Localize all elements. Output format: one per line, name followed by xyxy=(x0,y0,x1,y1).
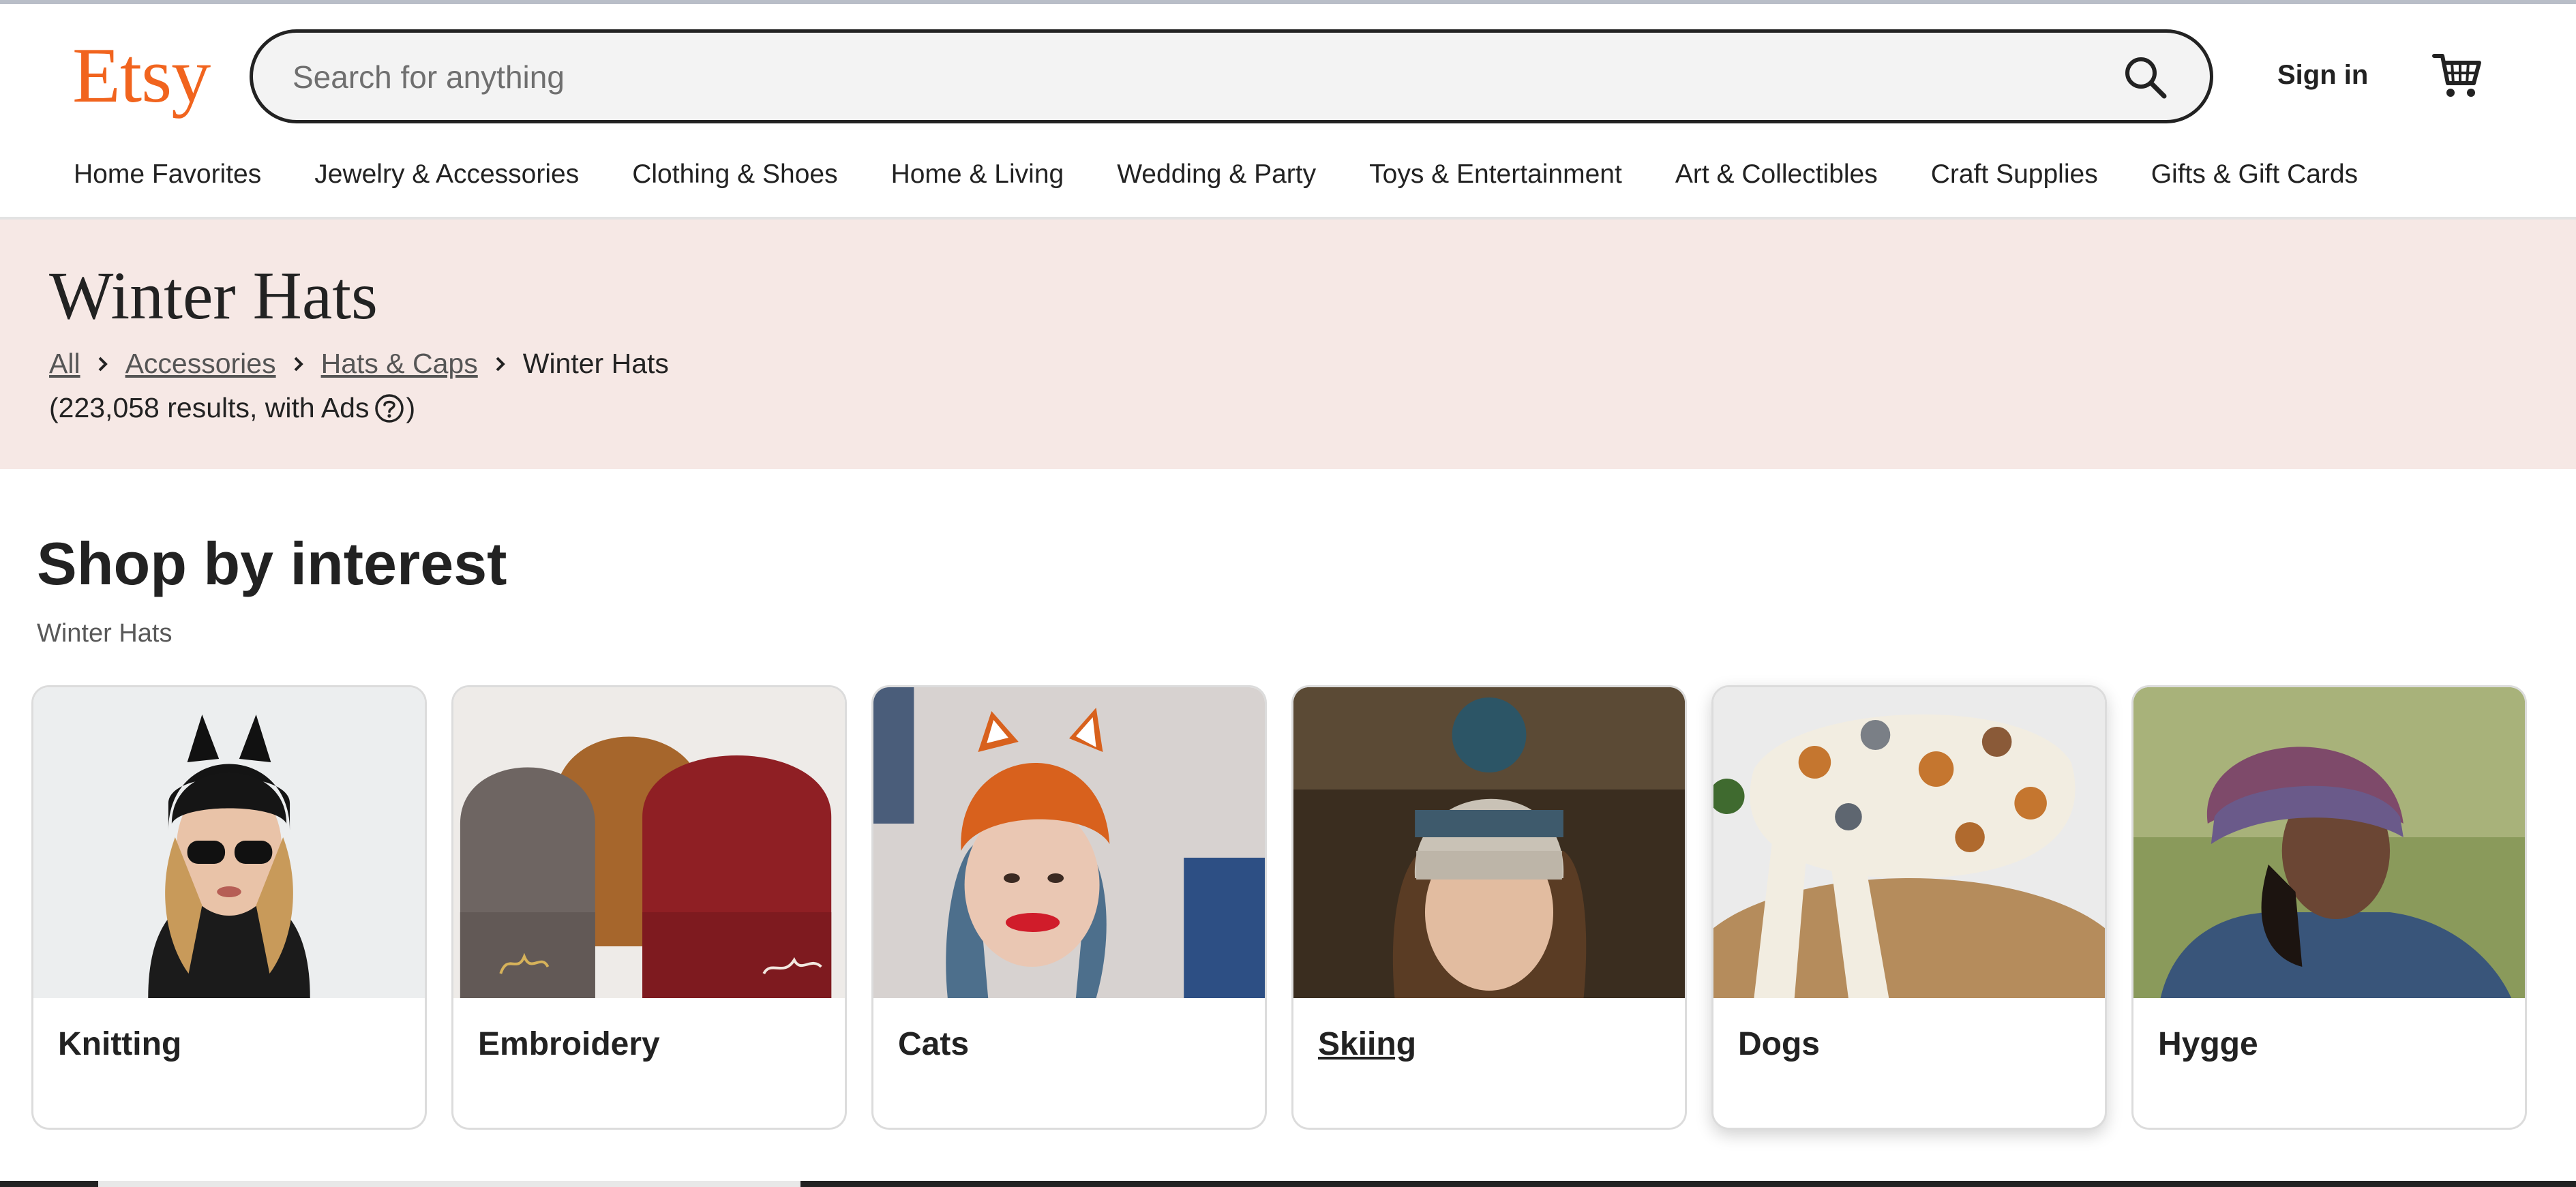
interest-card-embroidery[interactable]: Embroidery xyxy=(451,685,847,1130)
category-nav: Home Favorites Jewelry & Accessories Clo… xyxy=(74,160,2358,200)
search-input[interactable] xyxy=(291,33,2094,121)
hygge-image xyxy=(2133,687,2525,998)
search-bar[interactable] xyxy=(250,29,2213,123)
nav-item-wedding-party[interactable]: Wedding & Party xyxy=(1117,160,1316,200)
breadcrumb-link-hats-caps[interactable]: Hats & Caps xyxy=(321,348,478,380)
card-label: Knitting xyxy=(58,1026,182,1062)
results-text: (223,058 results, with Ads xyxy=(49,392,370,423)
nav-item-toys-entertainment[interactable]: Toys & Entertainment xyxy=(1369,160,1622,200)
bottom-edge xyxy=(0,1181,2576,1187)
card-label: Cats xyxy=(898,1026,970,1062)
dogs-image xyxy=(1713,687,2105,998)
search-icon[interactable] xyxy=(2121,53,2169,101)
skiing-image xyxy=(1293,687,1685,998)
results-count: (223,058 results, with Ads ) xyxy=(49,392,415,424)
cart-icon[interactable] xyxy=(2431,49,2483,101)
card-label: Embroidery xyxy=(478,1026,660,1062)
sign-in-link[interactable]: Sign in xyxy=(2277,60,2368,91)
chevron-right-icon xyxy=(496,357,505,371)
breadcrumb-current: Winter Hats xyxy=(522,348,669,379)
chevron-right-icon xyxy=(98,357,108,371)
nav-item-home-favorites[interactable]: Home Favorites xyxy=(74,160,261,200)
breadcrumb: All Accessories Hats & Caps Winter Hats xyxy=(49,348,669,380)
nav-item-jewelry-accessories[interactable]: Jewelry & Accessories xyxy=(314,160,579,200)
embroidery-image xyxy=(453,687,845,998)
category-banner xyxy=(0,220,2576,469)
section-title: Shop by interest xyxy=(37,530,507,597)
knitting-image xyxy=(33,687,425,998)
breadcrumb-link-accessories[interactable]: Accessories xyxy=(125,348,276,380)
card-label: Skiing xyxy=(1318,1026,1417,1062)
interest-card-cats[interactable]: Cats xyxy=(871,685,1267,1130)
card-label: Hygge xyxy=(2158,1026,2258,1062)
chevron-right-icon xyxy=(294,357,303,371)
interest-card-hygge[interactable]: Hygge xyxy=(2131,685,2527,1130)
interest-card-knitting[interactable]: Knitting xyxy=(31,685,427,1130)
breadcrumb-link-all[interactable]: All xyxy=(49,348,80,380)
interest-card-skiing[interactable]: Skiing xyxy=(1291,685,1687,1130)
etsy-logo[interactable]: Etsy xyxy=(72,31,211,120)
nav-item-craft-supplies[interactable]: Craft Supplies xyxy=(1931,160,2098,200)
help-icon[interactable] xyxy=(374,393,404,423)
page-title: Winter Hats xyxy=(49,258,378,333)
nav-item-gifts-gift-cards[interactable]: Gifts & Gift Cards xyxy=(2151,160,2358,200)
section-subtitle: Winter Hats xyxy=(37,619,173,648)
cats-image xyxy=(873,687,1265,998)
results-close: ) xyxy=(406,392,416,423)
browser-top-border xyxy=(0,0,2576,4)
nav-item-home-living[interactable]: Home & Living xyxy=(891,160,1064,200)
nav-item-clothing-shoes[interactable]: Clothing & Shoes xyxy=(632,160,837,200)
interest-card-dogs[interactable]: Dogs xyxy=(1711,685,2107,1130)
nav-item-art-collectibles[interactable]: Art & Collectibles xyxy=(1675,160,1878,200)
card-label: Dogs xyxy=(1738,1026,1820,1062)
